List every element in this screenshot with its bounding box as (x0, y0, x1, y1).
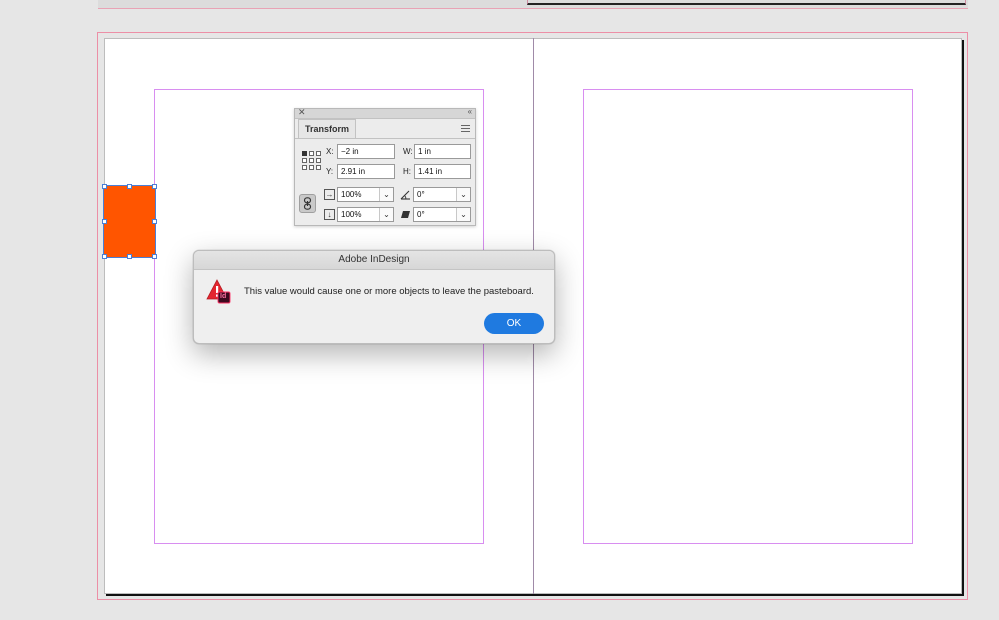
scale-y-value: 100% (341, 210, 362, 219)
y-label: Y: (326, 167, 334, 176)
chevron-down-icon[interactable]: ⌄ (379, 188, 393, 201)
panel-tab-divider (295, 138, 475, 139)
selected-rectangle-frame[interactable] (103, 185, 156, 258)
selection-handle-middle-right[interactable] (152, 219, 157, 224)
scale-y-icon: ↓ (324, 209, 335, 220)
height-input[interactable]: 1.41 in (414, 164, 471, 179)
previous-spread-bleed-guide (98, 8, 968, 9)
ok-button[interactable]: OK (484, 313, 544, 334)
reference-point-middle-right[interactable] (316, 158, 321, 163)
shear-angle-value: 0° (417, 210, 425, 219)
selection-handle-bottom-right[interactable] (152, 254, 157, 259)
scale-x-icon: → (324, 189, 335, 200)
right-page-margin-guide (583, 89, 913, 544)
warning-triangle-icon: Id (206, 279, 232, 305)
x-position-input[interactable]: −2 in (337, 144, 395, 159)
shear-angle-combo[interactable]: 0° ⌄ (413, 207, 471, 222)
chain-link-icon[interactable] (299, 194, 316, 213)
selection-handle-top-center[interactable] (127, 184, 132, 189)
panel-titlebar[interactable]: ✕ ‹‹ (295, 107, 475, 119)
indesign-badge: Id (220, 293, 227, 300)
rotation-angle-combo[interactable]: 0° ⌄ (413, 187, 471, 202)
chevron-down-icon[interactable]: ⌄ (456, 208, 470, 221)
reference-point-bottom-center[interactable] (309, 165, 314, 170)
reference-point-top-left[interactable] (302, 151, 307, 156)
reference-point-grid-icon[interactable] (302, 151, 322, 171)
close-icon[interactable]: ✕ (298, 107, 306, 118)
reference-point-middle-left[interactable] (302, 158, 307, 163)
selection-handle-top-left[interactable] (102, 184, 107, 189)
reference-point-top-right[interactable] (316, 151, 321, 156)
reference-point-center[interactable] (309, 158, 314, 163)
scale-x-combo[interactable]: 100% ⌄ (337, 187, 394, 202)
previous-page-bottom-edge (527, 0, 966, 5)
shear-angle-icon (400, 209, 411, 220)
chevron-down-icon[interactable]: ⌄ (456, 188, 470, 201)
h-label: H: (403, 167, 411, 176)
transform-panel: ✕ ‹‹ Transform X: −2 in Y: 2.91 in W: 1 … (294, 107, 476, 226)
rotation-angle-icon (400, 189, 411, 200)
selection-handle-bottom-center[interactable] (127, 254, 132, 259)
collapse-icon[interactable]: ‹‹ (468, 107, 472, 116)
selection-handle-top-right[interactable] (152, 184, 157, 189)
selection-handle-bottom-left[interactable] (102, 254, 107, 259)
scale-y-combo[interactable]: 100% ⌄ (337, 207, 394, 222)
selection-handle-middle-left[interactable] (102, 219, 107, 224)
reference-point-bottom-left[interactable] (302, 165, 307, 170)
scale-x-value: 100% (341, 190, 362, 199)
rotation-angle-value: 0° (417, 190, 425, 199)
y-position-input[interactable]: 2.91 in (337, 164, 395, 179)
alert-dialog: Adobe InDesign Id This value would cause… (193, 250, 555, 344)
w-label: W: (403, 147, 413, 156)
reference-point-bottom-right[interactable] (316, 165, 321, 170)
dialog-title: Adobe InDesign (194, 251, 554, 270)
reference-point-top-center[interactable] (309, 151, 314, 156)
dialog-message: This value would cause one or more objec… (244, 286, 534, 297)
tab-transform[interactable]: Transform (298, 119, 356, 138)
panel-menu-icon[interactable] (461, 125, 470, 132)
x-label: X: (326, 147, 334, 156)
width-input[interactable]: 1 in (414, 144, 471, 159)
chevron-down-icon[interactable]: ⌄ (379, 208, 393, 221)
